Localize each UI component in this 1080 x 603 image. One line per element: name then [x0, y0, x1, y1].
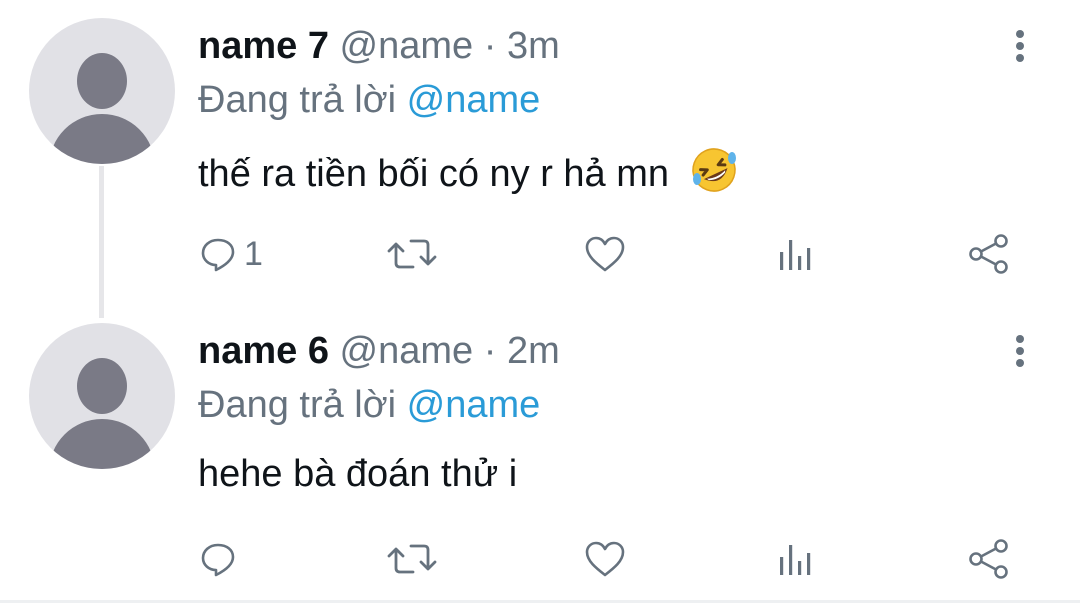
comment-icon: [201, 543, 235, 577]
more-dot: [1016, 42, 1024, 50]
replying-to: Đang trả lời @name: [198, 383, 540, 427]
separator-dot: ·: [473, 330, 507, 372]
more-dot: [1016, 30, 1024, 38]
heart-icon: [585, 236, 625, 272]
handle[interactable]: @name: [340, 330, 474, 372]
replying-to-label: Đang trả lời: [198, 79, 407, 121]
tweet-header: name 6 @name · 2m: [198, 329, 560, 373]
avatar[interactable]: [29, 18, 175, 164]
separator-dot: ·: [473, 25, 507, 67]
tweet-item[interactable]: name 6 @name · 2m Đang trả lời @name heh…: [0, 303, 1080, 600]
replying-to-label: Đang trả lời: [198, 384, 407, 426]
timestamp[interactable]: 3m: [507, 25, 560, 67]
tweet-text-body: thế ra tiền bối có ny r hả mn: [198, 153, 670, 195]
retweet-button[interactable]: [387, 535, 437, 583]
display-name[interactable]: name 7: [198, 25, 329, 67]
more-options-button[interactable]: [1005, 22, 1035, 68]
more-dot: [1016, 54, 1024, 62]
avatar-body-shape: [49, 114, 155, 164]
like-button[interactable]: [584, 535, 626, 583]
rolling-laughing-emoji-icon: [690, 146, 738, 205]
replying-to: Đang trả lời @name: [198, 78, 540, 122]
tweet-text: hehe bà đoán thử i: [198, 451, 517, 497]
avatar-body-shape: [49, 419, 155, 469]
reply-button[interactable]: 1: [200, 230, 263, 278]
retweet-icon: [387, 544, 437, 574]
reply-count: 1: [244, 235, 263, 273]
more-options-button[interactable]: [1005, 327, 1035, 373]
mention-link[interactable]: @name: [407, 79, 541, 121]
analytics-icon: [780, 240, 811, 270]
more-dot: [1016, 335, 1024, 343]
tweet-header: name 7 @name · 3m: [198, 24, 560, 68]
more-dot: [1016, 359, 1024, 367]
share-button[interactable]: [968, 230, 1010, 278]
tweet-actions: [0, 535, 1080, 583]
mention-link[interactable]: @name: [407, 384, 541, 426]
like-button[interactable]: [584, 230, 626, 278]
avatar-head-shape: [77, 358, 127, 414]
tweet-item[interactable]: name 7 @name · 3m Đang trả lời @name thế…: [0, 0, 1080, 318]
reply-button[interactable]: [200, 535, 244, 583]
more-dot: [1016, 347, 1024, 355]
heart-icon: [585, 541, 625, 577]
tweet-actions: 1: [0, 230, 1080, 278]
retweet-icon: [387, 239, 437, 269]
avatar[interactable]: [29, 323, 175, 469]
display-name[interactable]: name 6: [198, 330, 329, 372]
handle[interactable]: @name: [340, 25, 474, 67]
retweet-button[interactable]: [387, 230, 437, 278]
tweet-text: thế ra tiền bối có ny r hả mn: [198, 146, 738, 205]
views-button[interactable]: [778, 535, 814, 583]
analytics-icon: [780, 545, 811, 575]
share-icon: [969, 234, 1008, 274]
share-button[interactable]: [968, 535, 1010, 583]
share-icon: [969, 539, 1008, 579]
comment-icon: [201, 238, 235, 272]
timestamp[interactable]: 2m: [507, 330, 560, 372]
views-button[interactable]: [778, 230, 814, 278]
tweet-text-body: hehe bà đoán thử i: [198, 453, 518, 495]
avatar-head-shape: [77, 53, 127, 109]
